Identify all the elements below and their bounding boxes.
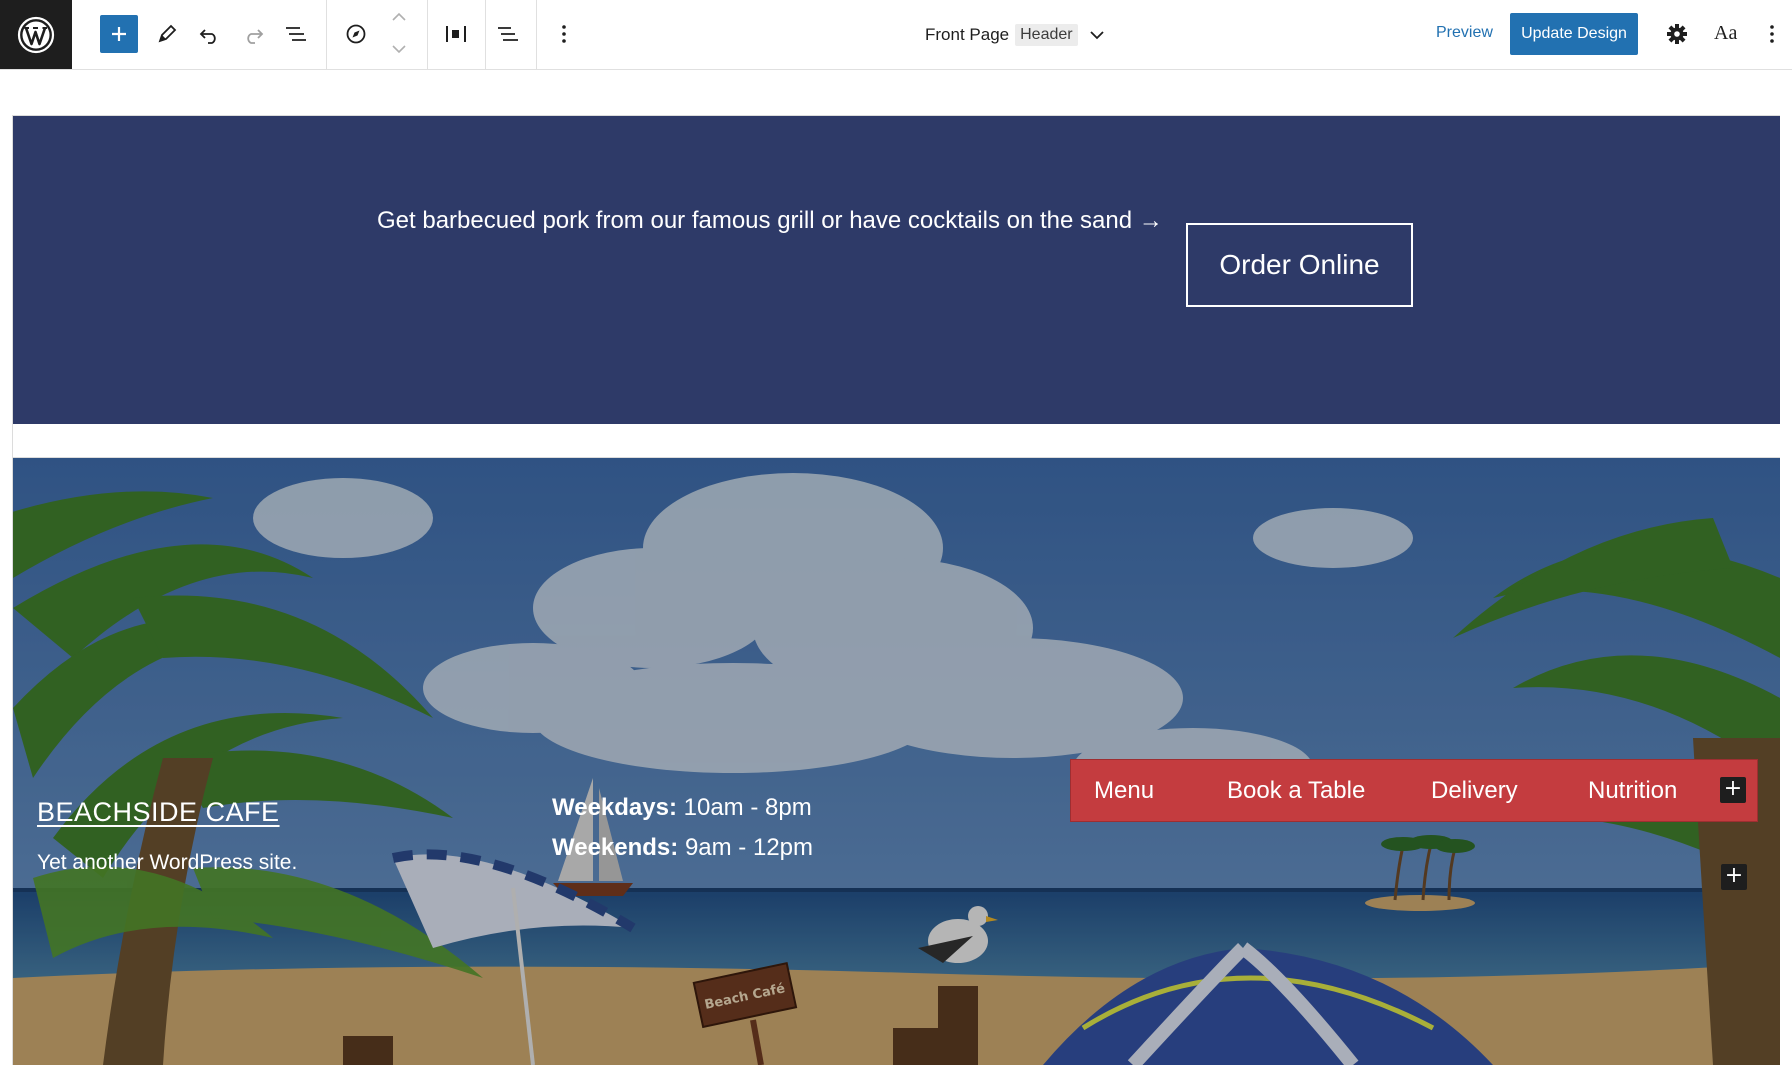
toolbar-divider bbox=[485, 0, 486, 69]
plus-icon bbox=[112, 27, 126, 41]
pencil-icon bbox=[158, 24, 177, 43]
styles-button[interactable]: Aa bbox=[1714, 22, 1737, 45]
nav-item-nutrition[interactable]: Nutrition bbox=[1588, 777, 1677, 805]
more-menu-button[interactable] bbox=[1752, 14, 1792, 54]
nav-item-menu[interactable]: Menu bbox=[1094, 777, 1154, 805]
align-icon bbox=[498, 27, 518, 41]
weekends-label: Weekends: bbox=[552, 834, 679, 861]
chevron-down-icon bbox=[392, 45, 406, 54]
document-title-label: Front Page bbox=[925, 25, 1010, 44]
weekends-value: 9am - 12pm bbox=[684, 834, 814, 861]
update-design-button[interactable]: Update Design bbox=[1510, 13, 1638, 55]
list-view-icon bbox=[286, 27, 306, 41]
order-online-button[interactable]: Order Online bbox=[1186, 223, 1413, 307]
undo-button[interactable] bbox=[190, 14, 230, 54]
toolbar-divider bbox=[326, 0, 327, 69]
site-tagline: Yet another WordPress site. bbox=[37, 851, 298, 874]
promo-banner[interactable] bbox=[13, 116, 1780, 424]
add-block-inline-button[interactable]: + bbox=[1721, 864, 1747, 890]
wordpress-logo-icon[interactable] bbox=[0, 0, 72, 69]
site-title-link[interactable]: BEACHSIDE CAFE bbox=[37, 797, 280, 828]
weekdays-value: 10am - 8pm bbox=[683, 794, 812, 821]
justify-icon bbox=[446, 26, 466, 42]
move-up-button[interactable] bbox=[379, 6, 419, 28]
chevron-down-icon[interactable] bbox=[1088, 28, 1106, 42]
navigation-icon bbox=[346, 24, 366, 44]
spacer-block[interactable] bbox=[13, 424, 1780, 458]
chevron-up-icon bbox=[392, 12, 406, 21]
add-block-button[interactable] bbox=[100, 15, 138, 53]
toolbar-divider bbox=[536, 0, 537, 69]
navigation-block-button[interactable] bbox=[336, 14, 376, 54]
more-options-icon bbox=[1770, 25, 1774, 43]
align-button[interactable] bbox=[488, 14, 528, 54]
preview-button[interactable]: Preview bbox=[1436, 24, 1493, 42]
template-part-badge: Header bbox=[1015, 24, 1078, 46]
redo-icon bbox=[247, 29, 264, 44]
weekend-hours: Weekends: 9am - 12pm bbox=[552, 834, 813, 862]
settings-button[interactable] bbox=[1657, 14, 1697, 54]
add-nav-item-button[interactable]: + bbox=[1720, 777, 1746, 803]
gear-icon bbox=[1667, 24, 1687, 44]
nav-item-book-a-table[interactable]: Book a Table bbox=[1227, 777, 1365, 805]
banner-text[interactable]: Get barbecued pork from our famous grill… bbox=[377, 207, 1163, 235]
undo-icon bbox=[199, 29, 216, 44]
move-down-button[interactable] bbox=[379, 38, 419, 60]
edit-tool-button[interactable] bbox=[147, 14, 187, 54]
justify-button[interactable] bbox=[436, 14, 476, 54]
weekdays-label: Weekdays: bbox=[552, 794, 677, 821]
weekday-hours: Weekdays: 10am - 8pm bbox=[552, 794, 812, 822]
editor-toolbar: Front Page Header Preview Update Design … bbox=[0, 0, 1792, 70]
document-title[interactable]: Front Page Header bbox=[925, 22, 1106, 48]
more-options-icon bbox=[562, 25, 566, 43]
block-options-button[interactable] bbox=[544, 14, 584, 54]
list-view-button[interactable] bbox=[276, 14, 316, 54]
redo-button[interactable] bbox=[233, 14, 273, 54]
navigation-menu: Menu Book a Table Delivery Nutrition + bbox=[1070, 759, 1758, 822]
nav-item-delivery[interactable]: Delivery bbox=[1431, 777, 1518, 805]
toolbar-divider bbox=[427, 0, 428, 69]
